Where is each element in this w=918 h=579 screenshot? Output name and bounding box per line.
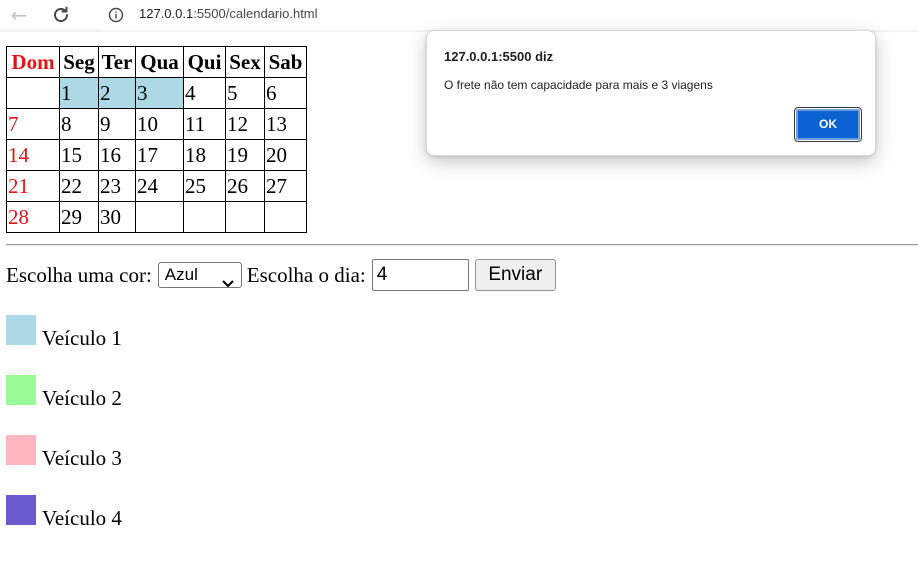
vehicle-color-swatch [6,315,36,345]
day-input[interactable]: 4 [371,259,469,291]
vehicle-color-swatch [6,495,36,525]
calendar-day-cell-highlighted: 2 [98,77,136,109]
calendar-day-cell: 14 [6,139,60,171]
calendar-day-cell: 29 [59,201,99,233]
schedule-form: Escolha uma cor: Azul Escolha o dia: 4 E… [6,259,556,291]
calendar-day-cell: 6 [264,77,307,109]
alert-dialog: 127.0.0.1:5500 diz O frete não tem capac… [426,30,876,156]
calendar-week-row: 7 8 9 10 11 12 13 [6,108,307,140]
calendar-week-row: 1 2 3 4 5 6 [6,77,307,109]
header-ter: Ter [98,46,136,78]
header-sex: Sex [225,46,265,78]
alert-title: 127.0.0.1:5500 diz [444,49,554,64]
vehicle-legend-item: Veículo 3 [6,435,122,469]
calendar-day-cell: 30 [98,201,136,233]
calendar-day-cell: 11 [183,108,226,140]
vehicle-color-swatch [6,375,36,405]
calendar-header-row: Dom Seg Ter Qua Qui Sex Sab [6,46,307,78]
calendar-day-cell: 7 [6,108,60,140]
calendar-day-cell: 25 [183,170,226,202]
url-host: 127.0.0.1 [139,6,194,21]
day-label: Escolha o dia: [246,262,366,287]
calendar-week-row: 21 22 23 24 25 26 27 [6,170,307,202]
back-arrow-icon[interactable]: ← [8,4,30,26]
calendar-day-cell: 23 [98,170,136,202]
calendar-day-cell [135,201,184,233]
color-select-value: Azul [164,265,198,284]
calendar-day-cell: 4 [183,77,226,109]
header-qua: Qua [135,46,184,78]
calendar-day-cell: 18 [183,139,226,171]
vehicle-label: Veículo 3 [42,446,122,470]
calendar-day-cell-highlighted: 1 [59,77,99,109]
vehicle-label: Veículo 2 [42,386,122,410]
calendar-day-cell: 5 [225,77,265,109]
alert-message: O frete não tem capacidade para mais e 3… [444,78,713,92]
alert-ok-button[interactable]: OK [795,108,861,141]
calendar-day-cell [183,201,226,233]
submit-button[interactable]: Enviar [474,259,556,291]
url-text: 127.0.0.1:5500/calendario.html [139,6,318,21]
calendar-day-cell: 21 [6,170,60,202]
header-seg: Seg [59,46,99,78]
calendar-day-cell: 12 [225,108,265,140]
calendar-day-cell-highlighted: 3 [135,77,184,109]
calendar-day-cell: 19 [225,139,265,171]
color-select[interactable]: Azul [157,262,242,288]
chevron-down-icon [222,271,234,288]
calendar-day-cell [264,201,307,233]
calendar-day-cell: 10 [135,108,184,140]
calendar-day-cell [225,201,265,233]
horizontal-rule [6,244,918,246]
calendar-day-cell: 16 [98,139,136,171]
vehicle-color-swatch [6,435,36,465]
url-path: :5500/calendario.html [193,6,318,21]
reload-icon[interactable] [50,4,72,26]
calendar-day-cell: 26 [225,170,265,202]
calendar-week-row: 14 15 16 17 18 19 20 [6,139,307,171]
header-sab: Sab [264,46,307,78]
calendar-day-cell: 8 [59,108,99,140]
header-dom: Dom [6,46,60,78]
header-qui: Qui [183,46,226,78]
calendar-day-cell: 9 [98,108,136,140]
site-info-icon[interactable] [108,7,124,23]
calendar-day-cell: 24 [135,170,184,202]
calendar-day-cell [6,77,60,109]
color-label: Escolha uma cor: [6,262,152,287]
calendar-day-cell: 20 [264,139,307,171]
calendar-table: Dom Seg Ter Qua Qui Sex Sab 1 2 3 4 5 6 … [6,46,307,233]
vehicle-label: Veículo 1 [42,326,122,350]
calendar-day-cell: 15 [59,139,99,171]
calendar-day-cell: 27 [264,170,307,202]
calendar-day-cell: 13 [264,108,307,140]
browser-toolbar: ← 127.0.0.1:5500/calendario.html [0,0,918,32]
calendar-week-row: 28 29 30 [6,201,307,233]
vehicle-legend-item: Veículo 1 [6,315,122,349]
vehicle-legend-item: Veículo 2 [6,375,122,409]
vehicle-legend-item: Veículo 4 [6,495,122,529]
calendar-day-cell: 28 [6,201,60,233]
vehicle-label: Veículo 4 [42,506,122,530]
address-bar[interactable]: 127.0.0.1:5500/calendario.html [90,0,918,30]
calendar-day-cell: 22 [59,170,99,202]
calendar-day-cell: 17 [135,139,184,171]
